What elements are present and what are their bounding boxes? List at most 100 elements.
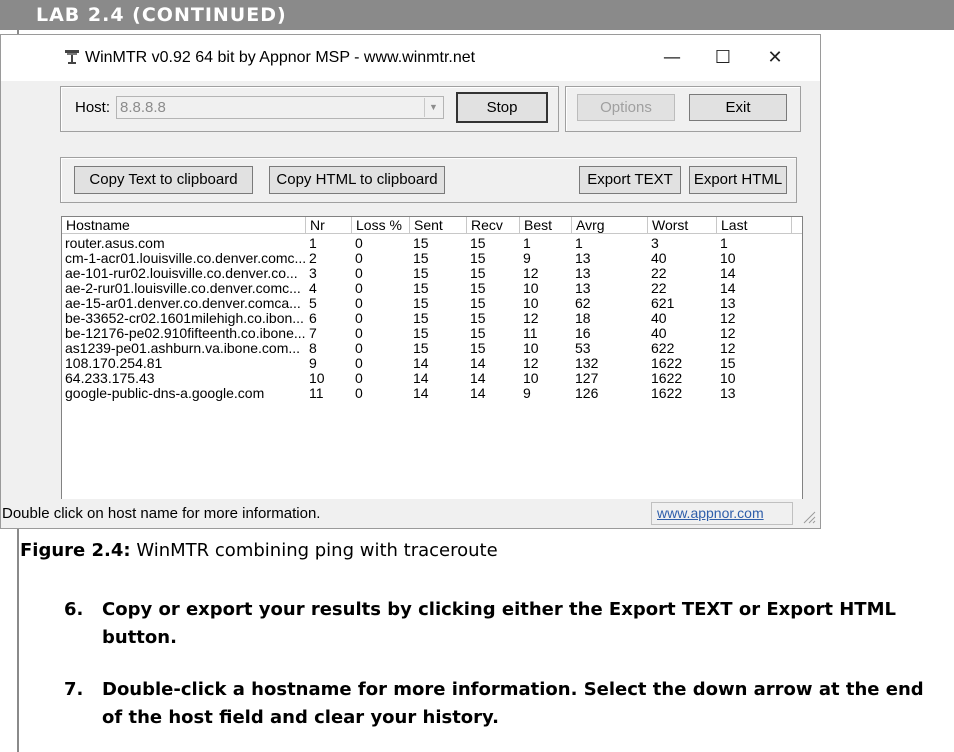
cell-last: 13 bbox=[720, 386, 736, 401]
cell-last: 15 bbox=[720, 356, 736, 371]
cell-recv: 15 bbox=[470, 296, 486, 311]
figure-text: WinMTR combining ping with traceroute bbox=[136, 540, 498, 561]
window-title: WinMTR v0.92 64 bit by Appnor MSP - www.… bbox=[85, 49, 476, 66]
maximize-button[interactable]: ☐ bbox=[701, 45, 745, 71]
cell-last: 10 bbox=[720, 371, 736, 386]
stop-button[interactable]: Stop bbox=[456, 92, 548, 123]
column-header-avrg[interactable]: Avrg bbox=[572, 217, 648, 234]
cell-worst: 40 bbox=[651, 326, 667, 341]
cell-best: 12 bbox=[523, 356, 539, 371]
cell-recv: 14 bbox=[470, 386, 486, 401]
cell-hostname: ae-15-ar01.denver.co.denver.comca... bbox=[65, 296, 301, 311]
status-text: Double click on host name for more infor… bbox=[2, 505, 321, 522]
minimize-button[interactable]: — bbox=[650, 45, 694, 71]
host-label: Host: bbox=[75, 99, 111, 116]
cell-loss: 0 bbox=[355, 371, 363, 386]
cell-avrg: 62 bbox=[575, 296, 591, 311]
cell-sent: 15 bbox=[413, 326, 429, 341]
cell-recv: 15 bbox=[470, 236, 486, 251]
cell-nr: 1 bbox=[309, 236, 317, 251]
column-header-worst[interactable]: Worst bbox=[648, 217, 717, 234]
cell-loss: 0 bbox=[355, 251, 363, 266]
copy-html-button[interactable]: Copy HTML to clipboard bbox=[269, 166, 445, 194]
column-header-recv[interactable]: Recv bbox=[467, 217, 520, 234]
cell-recv: 15 bbox=[470, 251, 486, 266]
table-row[interactable]: router.asus.com 1 0 15 15 1 1 3 1 bbox=[62, 236, 802, 251]
table-row[interactable]: be-33652-cr02.1601milehigh.co.ibon... 6 0 1… bbox=[62, 311, 802, 326]
column-header-sent[interactable]: Sent bbox=[410, 217, 467, 234]
table-row[interactable]: cm-1-acr01.louisville.co.denver.comc... 2… bbox=[62, 251, 802, 266]
cell-loss: 0 bbox=[355, 386, 363, 401]
column-header-hostname[interactable]: Hostname bbox=[62, 217, 306, 234]
table-row[interactable]: ae-15-ar01.denver.co.denver.comca... 5 0 15… bbox=[62, 296, 802, 311]
cell-sent: 14 bbox=[413, 356, 429, 371]
column-header-loss[interactable]: Loss % bbox=[352, 217, 410, 234]
cell-last: 1 bbox=[720, 236, 728, 251]
table-row[interactable]: as1239-pe01.ashburn.va.ibone.com... 8 0 15 1… bbox=[62, 341, 802, 356]
lab-header-title: LAB 2.4 (CONTINUED) bbox=[36, 4, 287, 26]
cell-avrg: 1 bbox=[575, 236, 583, 251]
cell-avrg: 16 bbox=[575, 326, 591, 341]
cell-recv: 14 bbox=[470, 356, 486, 371]
lab-header-bar: LAB 2.4 (CONTINUED) bbox=[0, 0, 954, 30]
table-row[interactable]: 64.233.175.43 10 0 14 14 10 127 1622 10 bbox=[62, 371, 802, 386]
cell-avrg: 13 bbox=[575, 281, 591, 296]
copy-text-button[interactable]: Copy Text to clipboard bbox=[74, 166, 253, 194]
cell-nr: 11 bbox=[309, 386, 324, 401]
cell-recv: 14 bbox=[470, 371, 486, 386]
step-text: Double-click a hostname for more informa… bbox=[102, 679, 924, 728]
cell-nr: 8 bbox=[309, 341, 317, 356]
chevron-down-icon[interactable]: ▼ bbox=[424, 98, 442, 117]
results-table[interactable]: Hostname Nr Loss % Sent Recv Best Avrg Worst Las… bbox=[61, 216, 803, 509]
cell-nr: 6 bbox=[309, 311, 317, 326]
cell-best: 12 bbox=[523, 266, 539, 281]
step-number: 6. bbox=[64, 599, 84, 620]
cell-worst: 3 bbox=[651, 236, 659, 251]
cell-best: 10 bbox=[523, 281, 539, 296]
appnor-link[interactable]: www.appnor.com bbox=[657, 505, 764, 521]
export-html-button[interactable]: Export HTML bbox=[689, 166, 787, 194]
table-row[interactable]: google-public-dns-a.google.com 11 0 14 14 9 12… bbox=[62, 386, 802, 401]
cell-recv: 15 bbox=[470, 326, 486, 341]
cell-best: 10 bbox=[523, 371, 539, 386]
cell-worst: 1622 bbox=[651, 371, 683, 386]
cell-loss: 0 bbox=[355, 311, 363, 326]
close-button[interactable]: ✕ bbox=[753, 45, 797, 71]
cell-worst: 1622 bbox=[651, 386, 683, 401]
column-header-best[interactable]: Best bbox=[520, 217, 572, 234]
cell-best: 12 bbox=[523, 311, 539, 326]
winmtr-window: WinMTR v0.92 64 bit by Appnor MSP - www.… bbox=[0, 34, 821, 529]
exit-button[interactable]: Exit bbox=[689, 94, 787, 121]
cell-nr: 3 bbox=[309, 266, 317, 281]
host-combobox[interactable]: 8.8.8.8 ▼ bbox=[116, 96, 444, 119]
table-row[interactable]: ae-2-rur01.louisville.co.denver.comc... 4… bbox=[62, 281, 802, 296]
cell-best: 9 bbox=[523, 251, 531, 266]
export-text-button[interactable]: Export TEXT bbox=[579, 166, 681, 194]
cell-loss: 0 bbox=[355, 296, 363, 311]
column-header-nr[interactable]: Nr bbox=[306, 217, 352, 234]
resize-grip-icon[interactable] bbox=[802, 510, 816, 524]
cell-last: 13 bbox=[720, 296, 736, 311]
column-header-last[interactable]: Last bbox=[717, 217, 792, 234]
cell-hostname: google-public-dns-a.google.com bbox=[65, 386, 265, 401]
cell-best: 10 bbox=[523, 341, 539, 356]
cell-sent: 15 bbox=[413, 341, 429, 356]
column-header-filler bbox=[792, 217, 802, 234]
table-row[interactable]: be-12176-pe02.910fifteenth.co.ibone... 7 0… bbox=[62, 326, 802, 341]
cell-worst: 22 bbox=[651, 281, 667, 296]
table-row[interactable]: ae-101-rur02.louisville.co.denver.co... 3… bbox=[62, 266, 802, 281]
cell-avrg: 127 bbox=[575, 371, 599, 386]
cell-worst: 40 bbox=[651, 251, 667, 266]
cell-nr: 7 bbox=[309, 326, 317, 341]
cell-sent: 15 bbox=[413, 296, 429, 311]
options-button[interactable]: Options bbox=[577, 94, 675, 121]
table-header: Hostname Nr Loss % Sent Recv Best Avrg Worst Las… bbox=[62, 217, 802, 235]
cell-last: 12 bbox=[720, 311, 736, 326]
table-row[interactable]: 108.170.254.81 9 0 14 14 12 132 1622 15 bbox=[62, 356, 802, 371]
cell-worst: 622 bbox=[651, 341, 675, 356]
cell-recv: 15 bbox=[470, 281, 486, 296]
cell-nr: 4 bbox=[309, 281, 317, 296]
cell-last: 14 bbox=[720, 281, 736, 296]
cell-sent: 14 bbox=[413, 386, 429, 401]
figure-caption: Figure 2.4: WinMTR combining ping with t… bbox=[20, 539, 498, 563]
